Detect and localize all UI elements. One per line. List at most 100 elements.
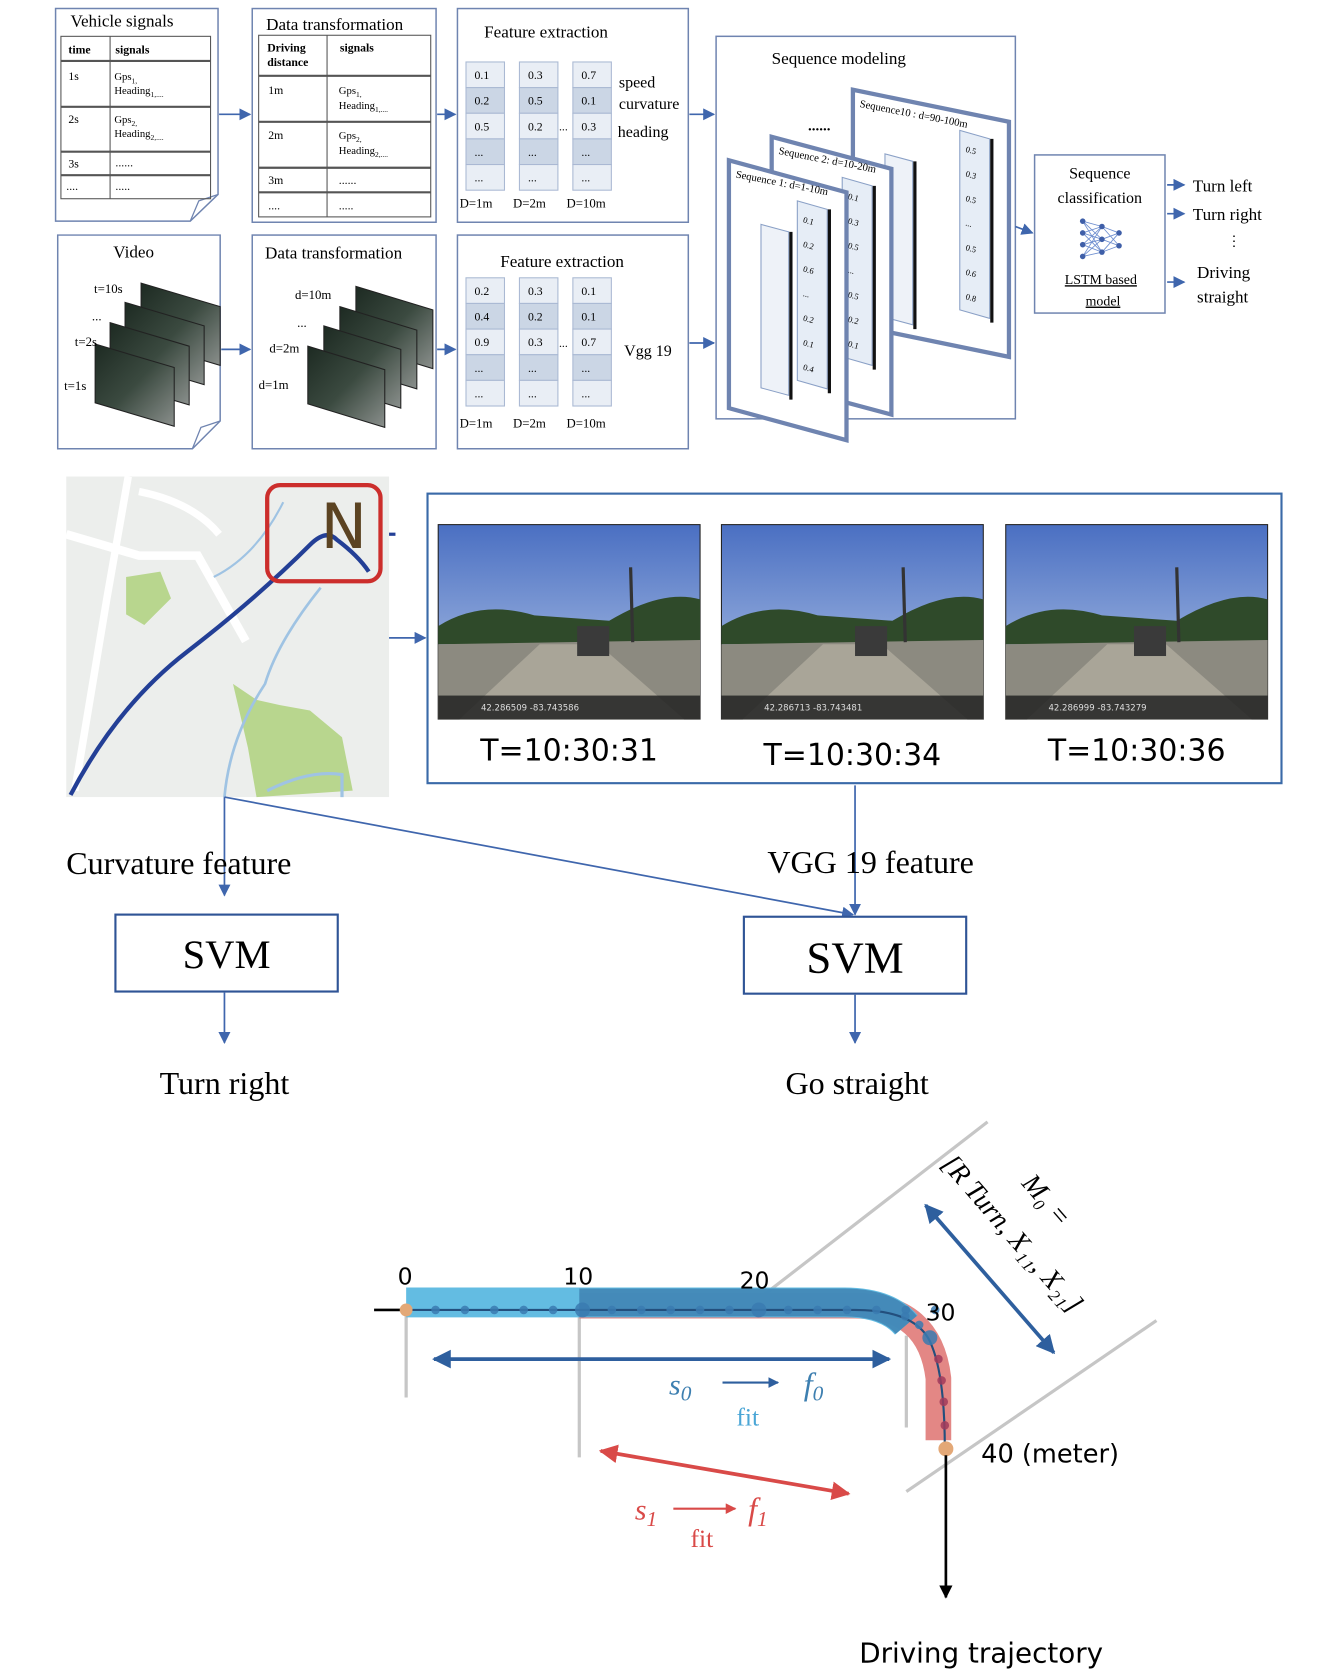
feature-extraction-top-panel: Feature extraction 0.10.20.5......D=1m0.… — [456, 7, 690, 223]
sequence-plane: Sequence 1: d=1-10m0.10.20.6...0.20.10.4 — [726, 157, 849, 444]
feature-value: ... — [581, 172, 590, 185]
feature-value: 0.2 — [528, 120, 543, 133]
trajectory-point — [607, 1305, 617, 1315]
video-panel: Video t=10s ... t=2s t=1s — [56, 234, 221, 450]
feature-column-label: D=10m — [566, 196, 605, 210]
feature-value: 0.5 — [528, 95, 543, 108]
s0-label: s0 — [669, 1368, 692, 1405]
svm-right-label: SVM — [806, 932, 903, 982]
nn-node — [1099, 236, 1105, 243]
feature-value: 0.1 — [581, 285, 596, 298]
feature-cell — [465, 164, 506, 191]
feature-extraction-bottom-panel: Feature extraction 0.2 0.4 0.9...... D=1m 0.… — [456, 234, 690, 450]
nn-node — [1116, 230, 1122, 236]
feature-cell — [572, 164, 612, 191]
feature-value: 0.1 — [581, 95, 596, 108]
output-driving-straight: straight — [1197, 287, 1248, 306]
vgg19-label: Vgg 19 — [624, 343, 672, 360]
feature-value: 0.4 — [475, 311, 490, 324]
gps-overlay: 42.286999 -83.743279 — [1048, 704, 1146, 714]
vehicle-signals-panel: Vehicle signals time signals 1s Gps1, Hea… — [54, 7, 219, 222]
frame-label: d=10m — [295, 288, 331, 302]
trajectory-point — [937, 1376, 946, 1385]
trajectory-diagram: 0 10 20 30 40 (meter) s0 f0 fit s1 f1 fi… — [374, 1120, 1158, 1670]
feature-label-curvature: curvature — [619, 96, 679, 113]
table-cell: 1m — [268, 84, 283, 97]
feature-value: ... — [475, 146, 484, 159]
data-transformation-top-panel: Data transformation Driving distance sign… — [251, 7, 437, 223]
trajectory-point — [519, 1305, 528, 1315]
sequence-modeling-title: Sequence modeling — [772, 49, 907, 68]
nn-node — [1079, 241, 1086, 248]
model-label-line2: [R Turn, X₁₁, X₂₁] — [935, 1149, 1089, 1319]
flow-arrow — [224, 796, 855, 919]
trajectory-point — [783, 1305, 793, 1315]
f0-label: f0 — [804, 1365, 824, 1405]
frame-timestamp: T=10:30:31 — [479, 734, 658, 769]
frame-label: t=10s — [94, 282, 123, 296]
frame-label: d=2m — [269, 342, 299, 356]
feature-column-label: D=2m — [513, 416, 546, 430]
table-header: signals — [115, 43, 149, 56]
feature-cell — [518, 138, 559, 166]
frame-label: t=2s — [75, 335, 97, 349]
feature-column-label: D=1m — [460, 416, 493, 430]
distance-tick: 0 — [398, 1262, 413, 1290]
distance-tick: 40 (meter) — [981, 1440, 1119, 1470]
distance-tick: 10 — [563, 1262, 593, 1290]
feature-cell — [518, 354, 559, 381]
feature-value: 0.3 — [528, 285, 543, 298]
trajectory-point — [666, 1305, 675, 1315]
feature-cell — [518, 164, 559, 191]
nn-node — [1099, 223, 1105, 230]
feature-value: 0.5 — [475, 120, 490, 133]
gps-overlay: 42.286509 -83.743586 — [481, 704, 579, 714]
feature-vector: 0.1 0.2 0.5...... D=1m — [460, 61, 506, 210]
frame-label: ... — [92, 310, 102, 324]
feature-cell — [572, 354, 612, 381]
output-driving-straight: Driving — [1197, 263, 1251, 282]
trajectory-point — [431, 1305, 440, 1315]
output-turn-left: Turn left — [1193, 176, 1253, 195]
nn-node — [1079, 218, 1086, 224]
table-header: time — [68, 43, 90, 56]
curvature-feature-label: Curvature feature — [66, 845, 291, 881]
feature-vector-group: 0.10.20.5......D=1m0.30.50.2......D=2m0.… — [460, 61, 612, 210]
feature-value: ... — [528, 362, 537, 375]
table-cell: ..... — [339, 199, 354, 212]
feature-value: 0.2 — [528, 311, 543, 324]
distance-tick: 30 — [926, 1299, 956, 1327]
start-point — [399, 1303, 413, 1317]
table-cell: 3m — [268, 174, 283, 187]
dashcam-frames-panel: 42.286509 -83.743586 T=10:30:31 42.286713 … — [426, 492, 1283, 785]
trajectory-points — [431, 1302, 950, 1430]
feature-value: ... — [581, 387, 590, 400]
video-title: Video — [113, 243, 154, 262]
table-cell: 1s — [68, 70, 79, 83]
feature-value: 0.1 — [581, 311, 596, 324]
feature-cell — [465, 138, 506, 166]
table-header: signals — [340, 41, 374, 54]
end-point — [938, 1441, 954, 1457]
feature-cell — [465, 379, 506, 407]
trajectory-point — [637, 1305, 646, 1315]
flow-arrow — [1015, 223, 1034, 235]
trajectory-point — [922, 1330, 938, 1346]
frame-timestamp: T=10:30:34 — [763, 738, 942, 773]
nn-node — [1099, 249, 1105, 255]
feature-value: 0.3 — [528, 336, 543, 349]
feature-label-heading: heading — [618, 124, 669, 141]
distance-tick: 20 — [740, 1267, 770, 1295]
table-header: Driving distance — [267, 41, 308, 69]
trajectory-point — [548, 1305, 558, 1315]
segment-overlap-band — [579, 1288, 917, 1335]
frame-label: d=1m — [259, 378, 289, 392]
vgg19-feature-label: VGG 19 feature — [767, 844, 973, 880]
feature-value: ... — [475, 172, 484, 185]
trajectory-point — [751, 1302, 767, 1318]
result-go-straight: Go straight — [786, 1065, 929, 1101]
sequence-ellipsis: ...... — [808, 118, 831, 134]
feature-value: ... — [475, 387, 484, 400]
sequence-modeling-panel: Sequence modeling ...... Sequence10 : d=… — [715, 35, 1017, 444]
map-panel: N — [65, 475, 396, 798]
